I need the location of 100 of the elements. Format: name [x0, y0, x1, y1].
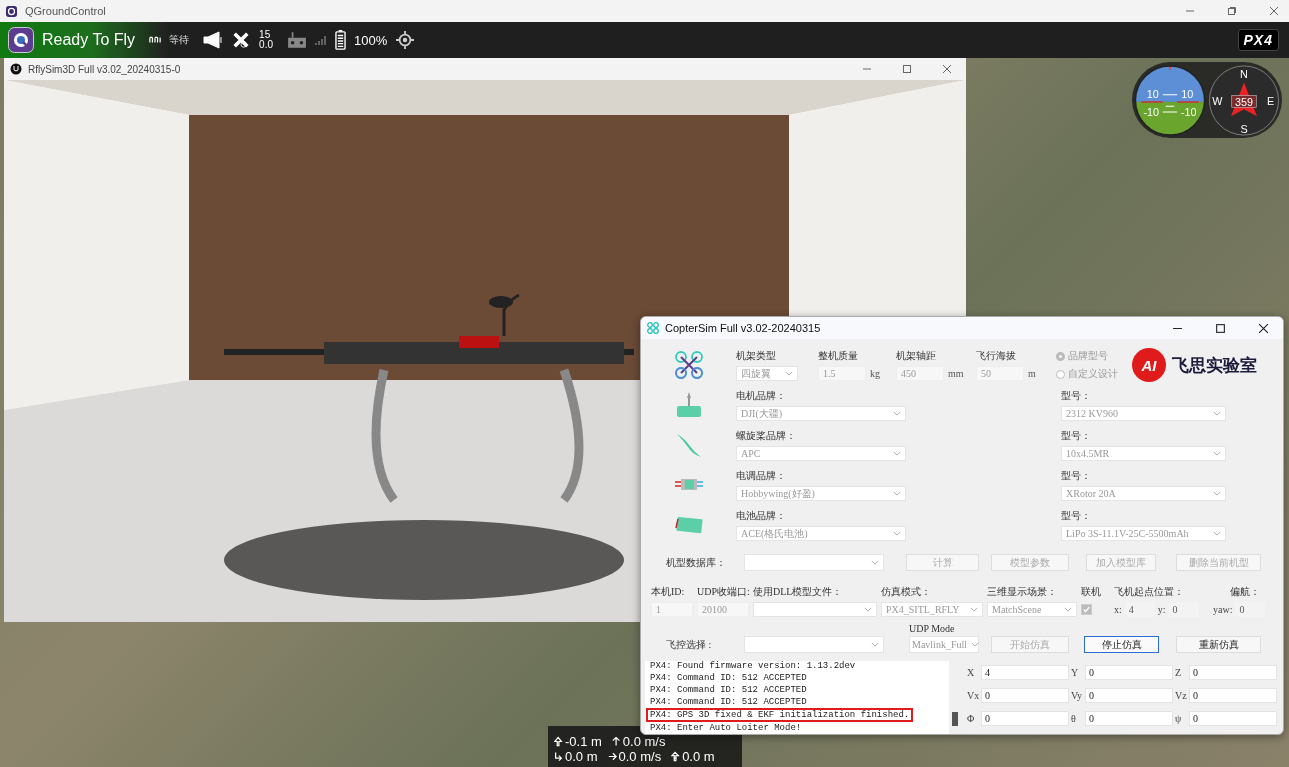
field-label: 飞行海拔: [976, 349, 1017, 363]
battery-percent: 100%: [354, 32, 388, 48]
input-field[interactable]: 0: [1085, 711, 1173, 726]
chevron-down-icon: [1213, 531, 1221, 536]
maximize-icon[interactable]: [902, 64, 912, 74]
chevron-down-icon: [971, 642, 979, 647]
input-field[interactable]: 20100: [697, 602, 749, 617]
telemetry-value: 0.0 m/s: [622, 734, 666, 749]
remote-control-icon[interactable]: [287, 31, 307, 49]
field-label: 整机质量: [818, 349, 859, 363]
radio-button[interactable]: [1056, 369, 1065, 379]
udp-mode-select[interactable]: Mavlink_Full: [909, 636, 979, 653]
sim-mode-select[interactable]: PX4_SITL_RFLY: [881, 602, 983, 617]
field-label: 三维显示场景：: [987, 585, 1058, 599]
model-select[interactable]: 2312 KV960: [1061, 406, 1226, 421]
chevron-down-icon: [893, 451, 901, 456]
battery-icon[interactable]: [335, 30, 346, 50]
unit-label: kg: [870, 368, 880, 379]
input-field[interactable]: 1.5: [818, 366, 866, 381]
input-field[interactable]: 0: [1189, 665, 1277, 680]
radio-label[interactable]: 自定义设计: [1068, 367, 1118, 381]
chevron-down-icon: [1064, 607, 1072, 612]
field-label: ψ: [1175, 713, 1183, 724]
restore-icon[interactable]: [1227, 6, 1237, 16]
chevron-down-icon: [893, 531, 901, 536]
maximize-icon[interactable]: [1215, 322, 1226, 334]
input-field[interactable]: 0: [981, 688, 1069, 703]
up-arrow-icon: [611, 736, 621, 747]
log-line: PX4: Command ID: 512 ACCEPTED: [649, 696, 808, 708]
app-logo-icon[interactable]: [8, 27, 34, 53]
chevron-down-icon: [1213, 451, 1221, 456]
field-label: θ: [1071, 713, 1077, 724]
model-select[interactable]: LiPo 3S-11.1V-25C-5500mAh: [1061, 526, 1226, 541]
input-field[interactable]: 0: [981, 711, 1069, 726]
model-select[interactable]: 10x4.5MR: [1061, 446, 1226, 461]
input-field[interactable]: 1: [651, 602, 693, 617]
turn-arrow-icon: [554, 751, 563, 762]
signal-strength-icon: [315, 35, 327, 45]
unit-label: m: [1028, 368, 1036, 379]
field-label: 电池品牌：: [736, 509, 787, 523]
window-title: RflySim3D Full v3.02_20240315-0: [28, 63, 181, 75]
field-label: 机架轴距: [896, 349, 937, 363]
input-field[interactable]: 50: [976, 366, 1024, 381]
compass-drawing: 359 N E S W: [1208, 63, 1280, 137]
input-field[interactable]: 4: [981, 665, 1069, 680]
log-line: PX4: Command ID: 512 ACCEPTED: [649, 684, 808, 696]
simulation-button[interactable]: 重新仿真: [1176, 636, 1261, 653]
telemetry-value: 0.0 m: [682, 749, 715, 764]
radio-button[interactable]: [1056, 351, 1065, 361]
brand-select[interactable]: APC: [736, 446, 906, 461]
checkmark-icon: [1082, 605, 1091, 614]
telemetry-value: 0.0 m: [565, 749, 598, 764]
crosshair-icon[interactable]: [395, 31, 416, 49]
field-label: 机架类型: [736, 349, 777, 363]
field-label: Vx: [967, 690, 979, 701]
field-label: 本机ID:: [651, 585, 686, 599]
px4-logo: PX4: [1237, 29, 1279, 51]
hdop-value: 0.0: [259, 40, 273, 50]
unreal-logo-icon: [10, 63, 22, 75]
field-label: y:: [1157, 604, 1166, 615]
brand-select[interactable]: Hobbywing(好盈): [736, 486, 906, 501]
megaphone-icon[interactable]: [203, 31, 224, 49]
input-field[interactable]: 0: [1085, 688, 1173, 703]
radio-label[interactable]: 品牌型号: [1068, 349, 1108, 363]
quadcopter-frame-icon: [673, 350, 704, 380]
unit-label: mm: [948, 368, 964, 379]
input-field[interactable]: 450: [896, 366, 944, 381]
close-icon[interactable]: [1258, 322, 1269, 334]
flight-mode[interactable]: 等待: [169, 33, 190, 47]
field-label: 联机: [1081, 585, 1102, 599]
up-arrow-icon: [671, 751, 681, 762]
waveform-icon: [149, 35, 162, 45]
scene-select[interactable]: MatchScene: [987, 602, 1077, 617]
simulation-button[interactable]: 停止仿真: [1084, 636, 1159, 653]
field-label: X: [967, 667, 976, 678]
log-line: PX4: Command ID: 512 ACCEPTED: [649, 672, 808, 684]
field-label: 型号：: [1061, 429, 1092, 443]
checkbox[interactable]: [1081, 604, 1092, 615]
chevron-down-icon: [864, 607, 872, 612]
field-label: UDP Mode: [909, 623, 956, 634]
vehicle-status[interactable]: Ready To Fly: [42, 31, 136, 49]
field-label: 型号：: [1061, 509, 1092, 523]
field-label: 型号：: [1061, 389, 1092, 403]
input-field[interactable]: 0: [1189, 711, 1277, 726]
brand-select[interactable]: DJI(大疆): [736, 406, 906, 421]
chevron-down-icon: [1213, 491, 1221, 496]
frame-type-select[interactable]: 四旋翼: [736, 366, 798, 381]
brand-select[interactable]: ACE(格氏电池): [736, 526, 906, 541]
app-logo-icon: [6, 5, 17, 17]
lab-logo-text: 飞思实验室: [1172, 353, 1257, 377]
field-label: 电调品牌：: [736, 469, 787, 483]
window-title: CopterSim Full v3.02-20240315: [665, 322, 821, 334]
field-label: 机型数据库：: [666, 556, 727, 570]
right-arrow-icon: [607, 751, 617, 762]
model-select[interactable]: XRotor 20A: [1061, 486, 1226, 501]
input-field[interactable]: 0: [1189, 688, 1277, 703]
input-field[interactable]: 0: [1085, 665, 1173, 680]
telemetry-value: 0.0 m/s: [618, 749, 662, 764]
field-label: 电机品牌：: [736, 389, 787, 403]
field-label: 型号：: [1061, 469, 1092, 483]
